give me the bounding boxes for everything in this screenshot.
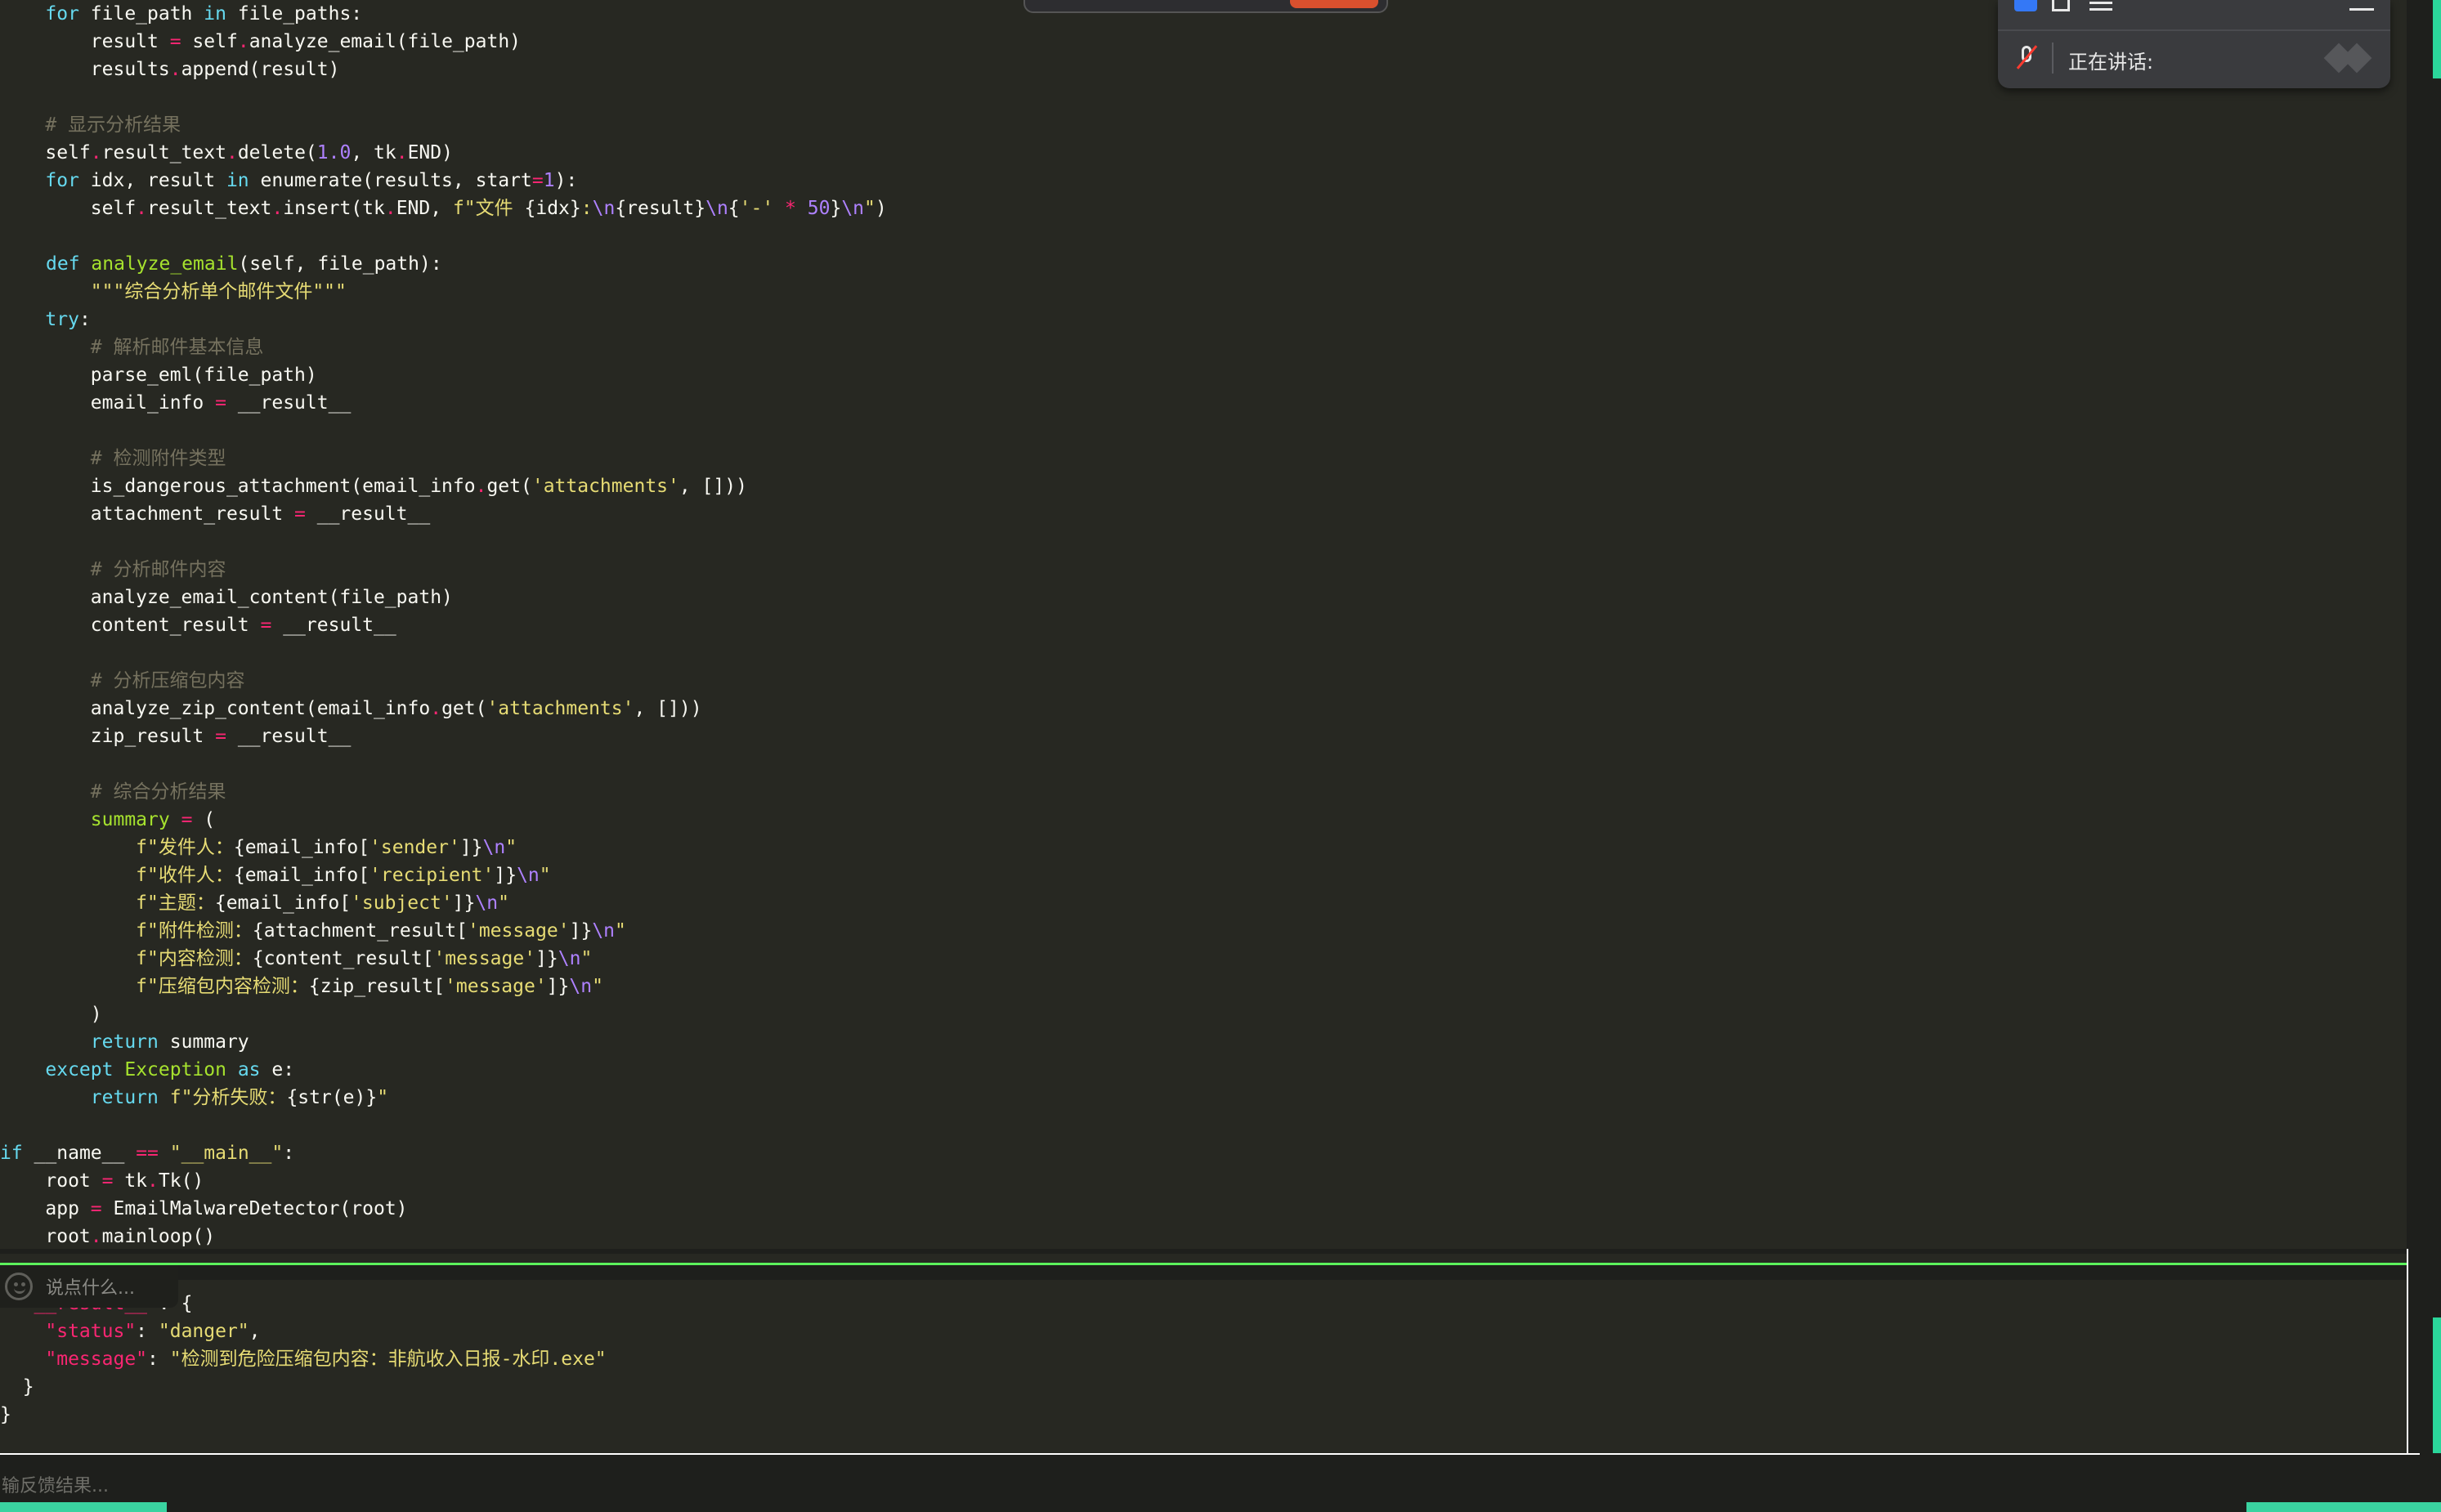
meeting-panel: 正在讲话:: [1998, 0, 2390, 88]
code-line: zip_result = __result__: [0, 726, 352, 747]
accent-strip: [2246, 1502, 2441, 1512]
feedback-bar: [0, 1453, 2441, 1512]
meeting-logo-icon: [2325, 42, 2374, 72]
code-editor[interactable]: for file_path in file_paths: result = se…: [0, 0, 2407, 1249]
result-line: "status": "danger",: [45, 1321, 261, 1342]
code-line: result = self.analyze_email(file_path): [0, 31, 522, 52]
code-line: f"压缩包内容检测：{zip_result['message']}\n": [136, 976, 603, 997]
code-line: try:: [45, 309, 91, 330]
result-line: }: [0, 1376, 34, 1398]
code-comment: # 解析邮件基本信息: [0, 337, 264, 358]
code-docstring: """综合分析单个邮件文件""": [0, 281, 347, 302]
code-comment: # 分析压缩包内容: [0, 670, 245, 691]
chat-input[interactable]: 说点什么...: [0, 1265, 178, 1308]
code-comment: # 显示分析结果: [0, 114, 181, 136]
code-line: return summary: [90, 1031, 249, 1053]
microphone-muted-icon[interactable]: [2016, 44, 2037, 70]
camera-icon[interactable]: [2014, 0, 2037, 11]
code-line: summary = (: [0, 809, 216, 830]
stop-share-button[interactable]: [1290, 0, 1378, 8]
code-line: if __name__ == "__main__":: [0, 1143, 295, 1164]
code-line: for file_path in file_paths:: [45, 3, 363, 25]
code-line: content_result = __result__: [0, 615, 396, 636]
menu-icon[interactable]: [2089, 0, 2112, 11]
meeting-divider: [2052, 42, 2054, 74]
code-line: email_info = __result__: [0, 392, 352, 414]
code-line: root.mainloop(): [0, 1226, 216, 1247]
code-line: except Exception as e:: [45, 1059, 295, 1080]
result-line: }: [0, 1404, 11, 1425]
code-line: root = tk.Tk(): [0, 1170, 204, 1192]
code-line: return f"分析失败：{str(e)}": [90, 1087, 389, 1108]
code-line: self.result_text.delete(1.0, tk.END): [0, 142, 453, 163]
code-line: f"内容检测：{content_result['message']}\n": [136, 948, 593, 969]
code-line: results.append(result): [0, 59, 340, 80]
window-border: [2407, 1249, 2408, 1453]
document-icon[interactable]: [2052, 0, 2070, 11]
code-line: self.result_text.insert(tk.END, f"文件 {id…: [0, 198, 887, 219]
code-line: f"发件人：{email_info['sender']}\n": [136, 837, 517, 858]
code-line: analyze_zip_content(email_info.get('atta…: [0, 698, 702, 719]
code-line: attachment_result = __result__: [0, 503, 431, 525]
code-line: ): [0, 1004, 102, 1025]
code-comment: # 分析邮件内容: [0, 559, 226, 580]
emoji-icon[interactable]: [5, 1273, 33, 1300]
text-wrap-icon[interactable]: [2349, 0, 2374, 11]
speaking-status: 正在讲话:: [2068, 51, 2154, 74]
code-line: f"收件人：{email_info['recipient']}\n": [136, 865, 551, 886]
result-line: "message": "检测到危险压缩包内容：非航收入日报-水印.exe": [45, 1349, 607, 1370]
code-line: parse_eml(file_path): [0, 365, 317, 386]
accent-strip: [0, 1502, 167, 1512]
chat-bar: [0, 1265, 2407, 1280]
accent-strip: [2433, 0, 2441, 78]
code-line: for idx, result in enumerate(results, st…: [45, 170, 578, 191]
code-comment: # 检测附件类型: [0, 448, 226, 469]
panel-divider: [0, 1249, 2407, 1254]
code-line: analyze_email_content(file_path): [0, 587, 453, 608]
feedback-input[interactable]: 输反馈结果...: [2, 1471, 109, 1497]
chat-input-placeholder: 说点什么...: [46, 1278, 135, 1299]
window-right-edge: [2407, 0, 2441, 1512]
code-line: app = EmailMalwareDetector(root): [0, 1198, 408, 1219]
code-line: f"主题：{email_info['subject']}\n": [136, 892, 509, 914]
feedback-divider: [0, 1453, 2420, 1455]
screen-share-toolbar[interactable]: [1023, 0, 1388, 13]
meeting-divider: [1998, 29, 2390, 31]
result-output-panel: "__result__": { "status": "danger", "mes…: [0, 1280, 2407, 1443]
accent-strip: [2433, 1317, 2441, 1456]
code-line: f"附件检测：{attachment_result['message']}\n": [136, 920, 626, 942]
code-line: is_dangerous_attachment(email_info.get('…: [0, 476, 747, 497]
code-comment: # 综合分析结果: [0, 781, 226, 803]
code-line: def analyze_email(self, file_path):: [46, 253, 442, 275]
